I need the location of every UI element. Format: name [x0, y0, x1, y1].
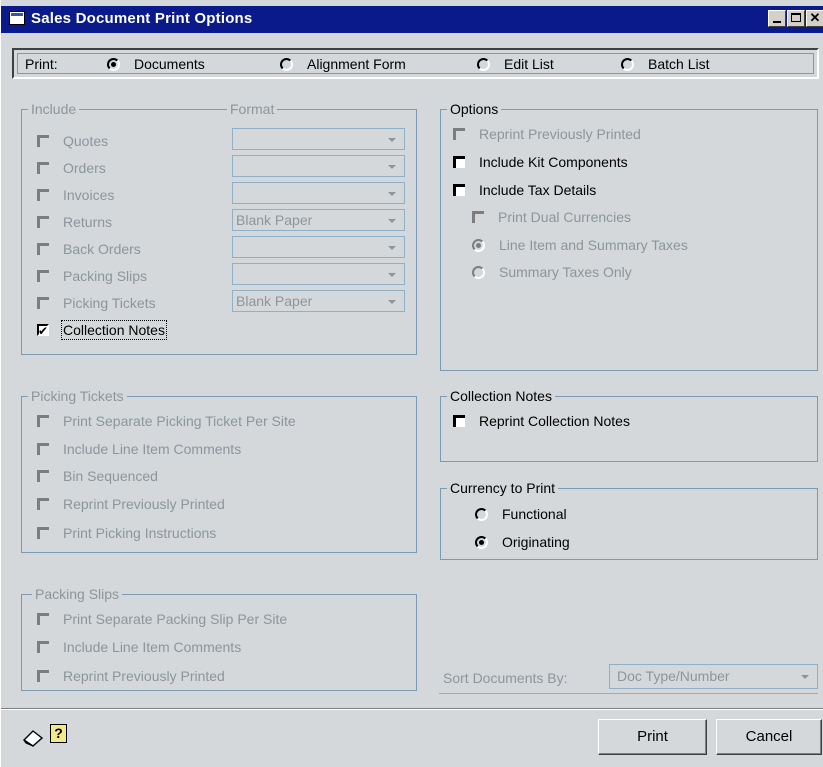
minimize-button[interactable] — [768, 10, 786, 27]
print-button[interactable]: Print — [598, 719, 707, 755]
print-label: Print: — [25, 56, 58, 72]
picking-line-item-comments[interactable]: Include Line Item Comments — [37, 439, 241, 459]
radio-documents-indicator[interactable] — [107, 57, 120, 71]
option-include-tax-details[interactable]: Include Tax Details — [453, 180, 596, 200]
radio-documents[interactable]: Documents — [107, 54, 205, 74]
format-returns-dropdown[interactable]: Blank Paper — [232, 209, 405, 231]
options-legend: Options — [447, 101, 502, 117]
collection-notes-legend: Collection Notes — [447, 388, 555, 404]
include-quotes[interactable]: Quotes — [37, 131, 108, 151]
option-include-kit-components[interactable]: Include Kit Components — [453, 152, 628, 172]
radio-alignment-form[interactable]: Alignment Form — [280, 54, 406, 74]
maximize-button[interactable] — [787, 10, 805, 27]
include-packing-slips[interactable]: Packing Slips — [37, 266, 147, 286]
chevron-down-icon — [388, 219, 396, 223]
include-back-orders[interactable]: Back Orders — [37, 239, 141, 259]
radio-functional[interactable]: Functional — [475, 504, 567, 524]
chevron-down-icon — [388, 246, 396, 250]
chevron-down-icon — [388, 165, 396, 169]
picking-reprint-previously-printed[interactable]: Reprint Previously Printed — [37, 494, 225, 514]
radio-alignment-form-indicator[interactable] — [280, 57, 293, 71]
currency-legend: Currency to Print — [447, 480, 559, 496]
option-reprint-previously-printed[interactable]: Reprint Previously Printed — [453, 124, 641, 144]
radio-edit-list[interactable]: Edit List — [477, 54, 554, 74]
include-invoices[interactable]: Invoices — [37, 185, 114, 205]
title-bar: Sales Document Print Options ✕ — [1, 6, 823, 33]
chevron-down-icon — [388, 192, 396, 196]
packing-reprint-previously-printed[interactable]: Reprint Previously Printed — [37, 666, 225, 686]
sort-documents-label: Sort Documents By: — [443, 670, 568, 686]
format-orders-dropdown[interactable] — [232, 155, 405, 177]
format-back-orders-dropdown[interactable] — [232, 236, 405, 258]
format-picking-tickets-dropdown[interactable]: Blank Paper — [232, 290, 405, 312]
packing-line-item-comments[interactable]: Include Line Item Comments — [37, 637, 241, 657]
radio-originating[interactable]: Originating — [475, 532, 570, 552]
bottom-separator — [1, 708, 823, 710]
radio-line-item-summary-taxes[interactable]: Line Item and Summary Taxes — [472, 235, 688, 255]
format-quotes-dropdown[interactable] — [232, 128, 405, 150]
chevron-down-icon — [388, 273, 396, 277]
packing-separate-per-site[interactable]: Print Separate Packing Slip Per Site — [37, 609, 287, 629]
format-packing-slips-dropdown[interactable] — [232, 263, 405, 285]
radio-batch-list-indicator[interactable] — [621, 57, 634, 71]
radio-batch-list[interactable]: Batch List — [621, 54, 709, 74]
format-invoices-dropdown[interactable] — [232, 182, 405, 204]
picking-tickets-legend: Picking Tickets — [28, 388, 127, 404]
include-collection-notes[interactable]: Collection Notes — [37, 320, 167, 341]
picking-bin-sequenced[interactable]: Bin Sequenced — [37, 466, 158, 486]
radio-summary-taxes-only[interactable]: Summary Taxes Only — [472, 262, 632, 282]
include-orders[interactable]: Orders — [37, 158, 106, 178]
include-returns[interactable]: Returns — [37, 212, 112, 232]
window-title: Sales Document Print Options — [31, 10, 253, 27]
window-app-icon — [9, 11, 25, 25]
picking-separate-per-site[interactable]: Print Separate Picking Ticket Per Site — [37, 411, 296, 431]
include-picking-tickets[interactable]: Picking Tickets — [37, 293, 156, 313]
close-button[interactable]: ✕ — [806, 10, 823, 27]
note-icon[interactable] — [22, 728, 44, 748]
print-options-window: Sales Document Print Options ✕ Print: Do… — [0, 0, 823, 767]
chevron-down-icon — [801, 675, 809, 679]
chevron-down-icon — [388, 300, 396, 304]
packing-slips-legend: Packing Slips — [32, 586, 123, 602]
picking-print-instructions[interactable]: Print Picking Instructions — [37, 523, 216, 543]
option-print-dual-currencies[interactable]: Print Dual Currencies — [472, 207, 631, 227]
sort-documents-dropdown[interactable]: Doc Type/Number — [609, 664, 818, 689]
format-legend: Format — [227, 101, 278, 117]
collection-reprint-notes[interactable]: Reprint Collection Notes — [453, 411, 630, 431]
include-legend: Include — [28, 101, 80, 117]
cancel-button[interactable]: Cancel — [716, 719, 822, 755]
help-icon[interactable]: ? — [50, 724, 67, 743]
radio-edit-list-indicator[interactable] — [477, 57, 490, 71]
chevron-down-icon — [388, 138, 396, 142]
